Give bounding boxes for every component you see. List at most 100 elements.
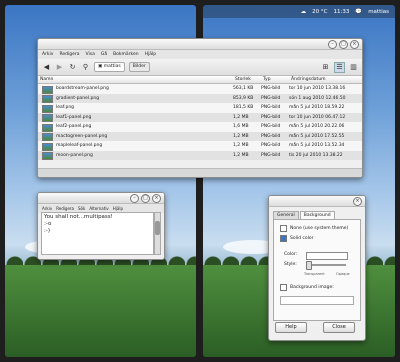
file-date: sön 1 aug 2010 12.46.50: [289, 95, 346, 101]
file-size: 1,2 MB: [233, 152, 249, 158]
col-type[interactable]: Typ: [263, 76, 291, 83]
color-label: Color:: [284, 252, 298, 257]
temperature[interactable]: 20 °C: [312, 9, 327, 15]
table-row[interactable]: boardstream-panel.png 563,1 KB PNG-bild tor…: [38, 84, 362, 94]
list-view-icon[interactable]: ☰: [334, 61, 345, 73]
menu-hjalp[interactable]: Hjälp: [113, 206, 123, 211]
menu-redigera[interactable]: Redigera: [56, 206, 74, 211]
minimize-button[interactable]: –: [130, 194, 139, 203]
icon-view-icon[interactable]: ⊞: [321, 63, 330, 72]
text-area[interactable]: You shall not...multipass! :-o :-): [41, 212, 154, 255]
preferences-window: × General Background None (use system th…: [268, 195, 366, 341]
text-line: You shall not...multipass!: [44, 214, 113, 220]
search-icon[interactable]: ⚲: [81, 63, 90, 72]
reload-icon[interactable]: ↻: [68, 63, 77, 72]
file-type: PNG-bild: [261, 152, 281, 158]
col-size[interactable]: Storlek: [235, 76, 263, 83]
option-none[interactable]: None (use system theme): [280, 225, 348, 232]
chat-icon[interactable]: 💬: [355, 9, 362, 15]
col-name[interactable]: Namn: [38, 76, 140, 83]
table-row[interactable]: mapleleaf-panel.png 1,2 MB PNG-bild mån 5 j…: [38, 141, 362, 151]
breadcrumb-home[interactable]: ▣ mattias: [94, 62, 125, 72]
compact-view-icon[interactable]: ▥: [349, 63, 358, 72]
table-row[interactable]: leaf2-panel.png 1,6 MB PNG-bild mån 5 jul 2…: [38, 122, 362, 132]
text-line: :-o: [44, 221, 52, 227]
maximize-button[interactable]: □: [339, 40, 348, 49]
image-thumbnail: [42, 104, 53, 113]
file-size: 853,9 KB: [233, 95, 254, 101]
slider-knob[interactable]: [306, 261, 312, 270]
close-button[interactable]: ×: [350, 40, 359, 49]
menu-arkiv[interactable]: Arkiv: [42, 206, 52, 211]
tab-general[interactable]: General: [273, 211, 299, 219]
color-swatch-button[interactable]: [306, 252, 348, 260]
user-name[interactable]: mattias: [368, 9, 389, 15]
tab-background[interactable]: Background: [299, 211, 335, 219]
option-bg-image-label: Background image:: [290, 285, 334, 290]
table-row[interactable]: mactogreen-panel.png 1,2 MB PNG-bild mån 5 …: [38, 131, 362, 141]
titlebar[interactable]: – □ ×: [38, 193, 164, 204]
file-date: tor 10 jun 2010 13.38.16: [289, 86, 346, 91]
menu-bokmarken[interactable]: Bokmärken: [113, 52, 139, 57]
maximize-button[interactable]: □: [141, 194, 150, 203]
radio-none[interactable]: [280, 225, 287, 232]
file-manager-window: – □ × Arkiv Redigera Visa Gå Bokmärken H…: [37, 38, 363, 178]
file-size: 181,5 KB: [233, 105, 254, 110]
minimize-button[interactable]: –: [328, 40, 337, 49]
option-solid-color[interactable]: Solid color: [280, 235, 313, 242]
menu-arkiv[interactable]: Arkiv: [42, 52, 53, 57]
vertical-scrollbar[interactable]: [154, 212, 161, 255]
option-background-image[interactable]: Background image:: [280, 284, 334, 291]
file-name: moon-panel.png: [56, 152, 93, 158]
image-thumbnail: [42, 142, 53, 151]
image-path-field[interactable]: [280, 296, 354, 305]
opacity-slider[interactable]: [306, 261, 346, 270]
image-thumbnail: [42, 133, 53, 141]
file-date: tis 20 jul 2010 13.38.22: [289, 152, 343, 158]
file-name: mapleleaf-panel.png: [56, 143, 103, 148]
image-thumbnail: [42, 152, 53, 160]
file-type: PNG-bild: [261, 124, 281, 129]
table-row[interactable]: leaf1-panel.png 1,2 MB PNG-bild tor 10 jun …: [38, 112, 362, 122]
time[interactable]: 11:33: [333, 9, 349, 15]
menu-hjalp[interactable]: Hjälp: [145, 52, 157, 57]
close-button[interactable]: ×: [353, 197, 362, 206]
menu-redigera[interactable]: Redigera: [59, 52, 79, 57]
table-row[interactable]: leaf.png 181,5 KB PNG-bild mån 5 jul 2010 1…: [38, 103, 362, 113]
titlebar[interactable]: – □ ×: [38, 39, 362, 50]
close-dialog-button[interactable]: Close: [323, 322, 355, 333]
file-type: PNG-bild: [261, 114, 281, 120]
back-arrow-icon[interactable]: ◀: [42, 63, 51, 72]
col-date[interactable]: Ändringsdatum: [291, 76, 362, 83]
table-row[interactable]: gradient-panel.png 853,9 KB PNG-bild sön 1 …: [38, 93, 362, 103]
image-thumbnail: [42, 114, 53, 122]
radio-background-image[interactable]: [280, 284, 287, 291]
menu-visa[interactable]: Visa: [86, 52, 95, 57]
file-size: 1,2 MB: [233, 133, 249, 139]
close-button[interactable]: ×: [152, 194, 161, 203]
weather-icon[interactable]: ☁: [301, 9, 307, 15]
file-date: mån 5 jul 2010 17.52.55: [289, 133, 345, 139]
scroll-handle[interactable]: [155, 221, 160, 235]
radio-solid-color[interactable]: [280, 235, 287, 242]
menu-alternativ[interactable]: Alternativ: [89, 206, 108, 211]
table-row[interactable]: moon-panel.png 1,2 MB PNG-bild tis 20 jul 2…: [38, 150, 362, 160]
help-button[interactable]: Help: [275, 322, 307, 333]
forward-arrow-icon[interactable]: ▶: [55, 63, 64, 72]
breadcrumb-bilder[interactable]: Bilder: [128, 62, 150, 72]
option-solid-label: Solid color: [290, 236, 314, 241]
file-type: PNG-bild: [261, 133, 281, 139]
file-type: PNG-bild: [261, 143, 281, 148]
file-size: 1,2 MB: [233, 143, 249, 148]
file-name: leaf.png: [56, 105, 75, 110]
file-size: 1,6 MB: [233, 124, 249, 129]
menu-sok[interactable]: Sök: [78, 206, 85, 211]
file-name: leaf1-panel.png: [56, 114, 92, 120]
file-type: PNG-bild: [261, 86, 281, 91]
file-date: tor 10 jun 2010 06.47.12: [289, 114, 346, 120]
opaque-label: Opaque: [336, 272, 350, 276]
menu-ga[interactable]: Gå: [101, 52, 107, 57]
file-list: boardstream-panel.png 563,1 KB PNG-bild tor…: [38, 84, 362, 160]
titlebar[interactable]: ×: [269, 196, 365, 207]
file-name: gradient-panel.png: [56, 95, 100, 101]
